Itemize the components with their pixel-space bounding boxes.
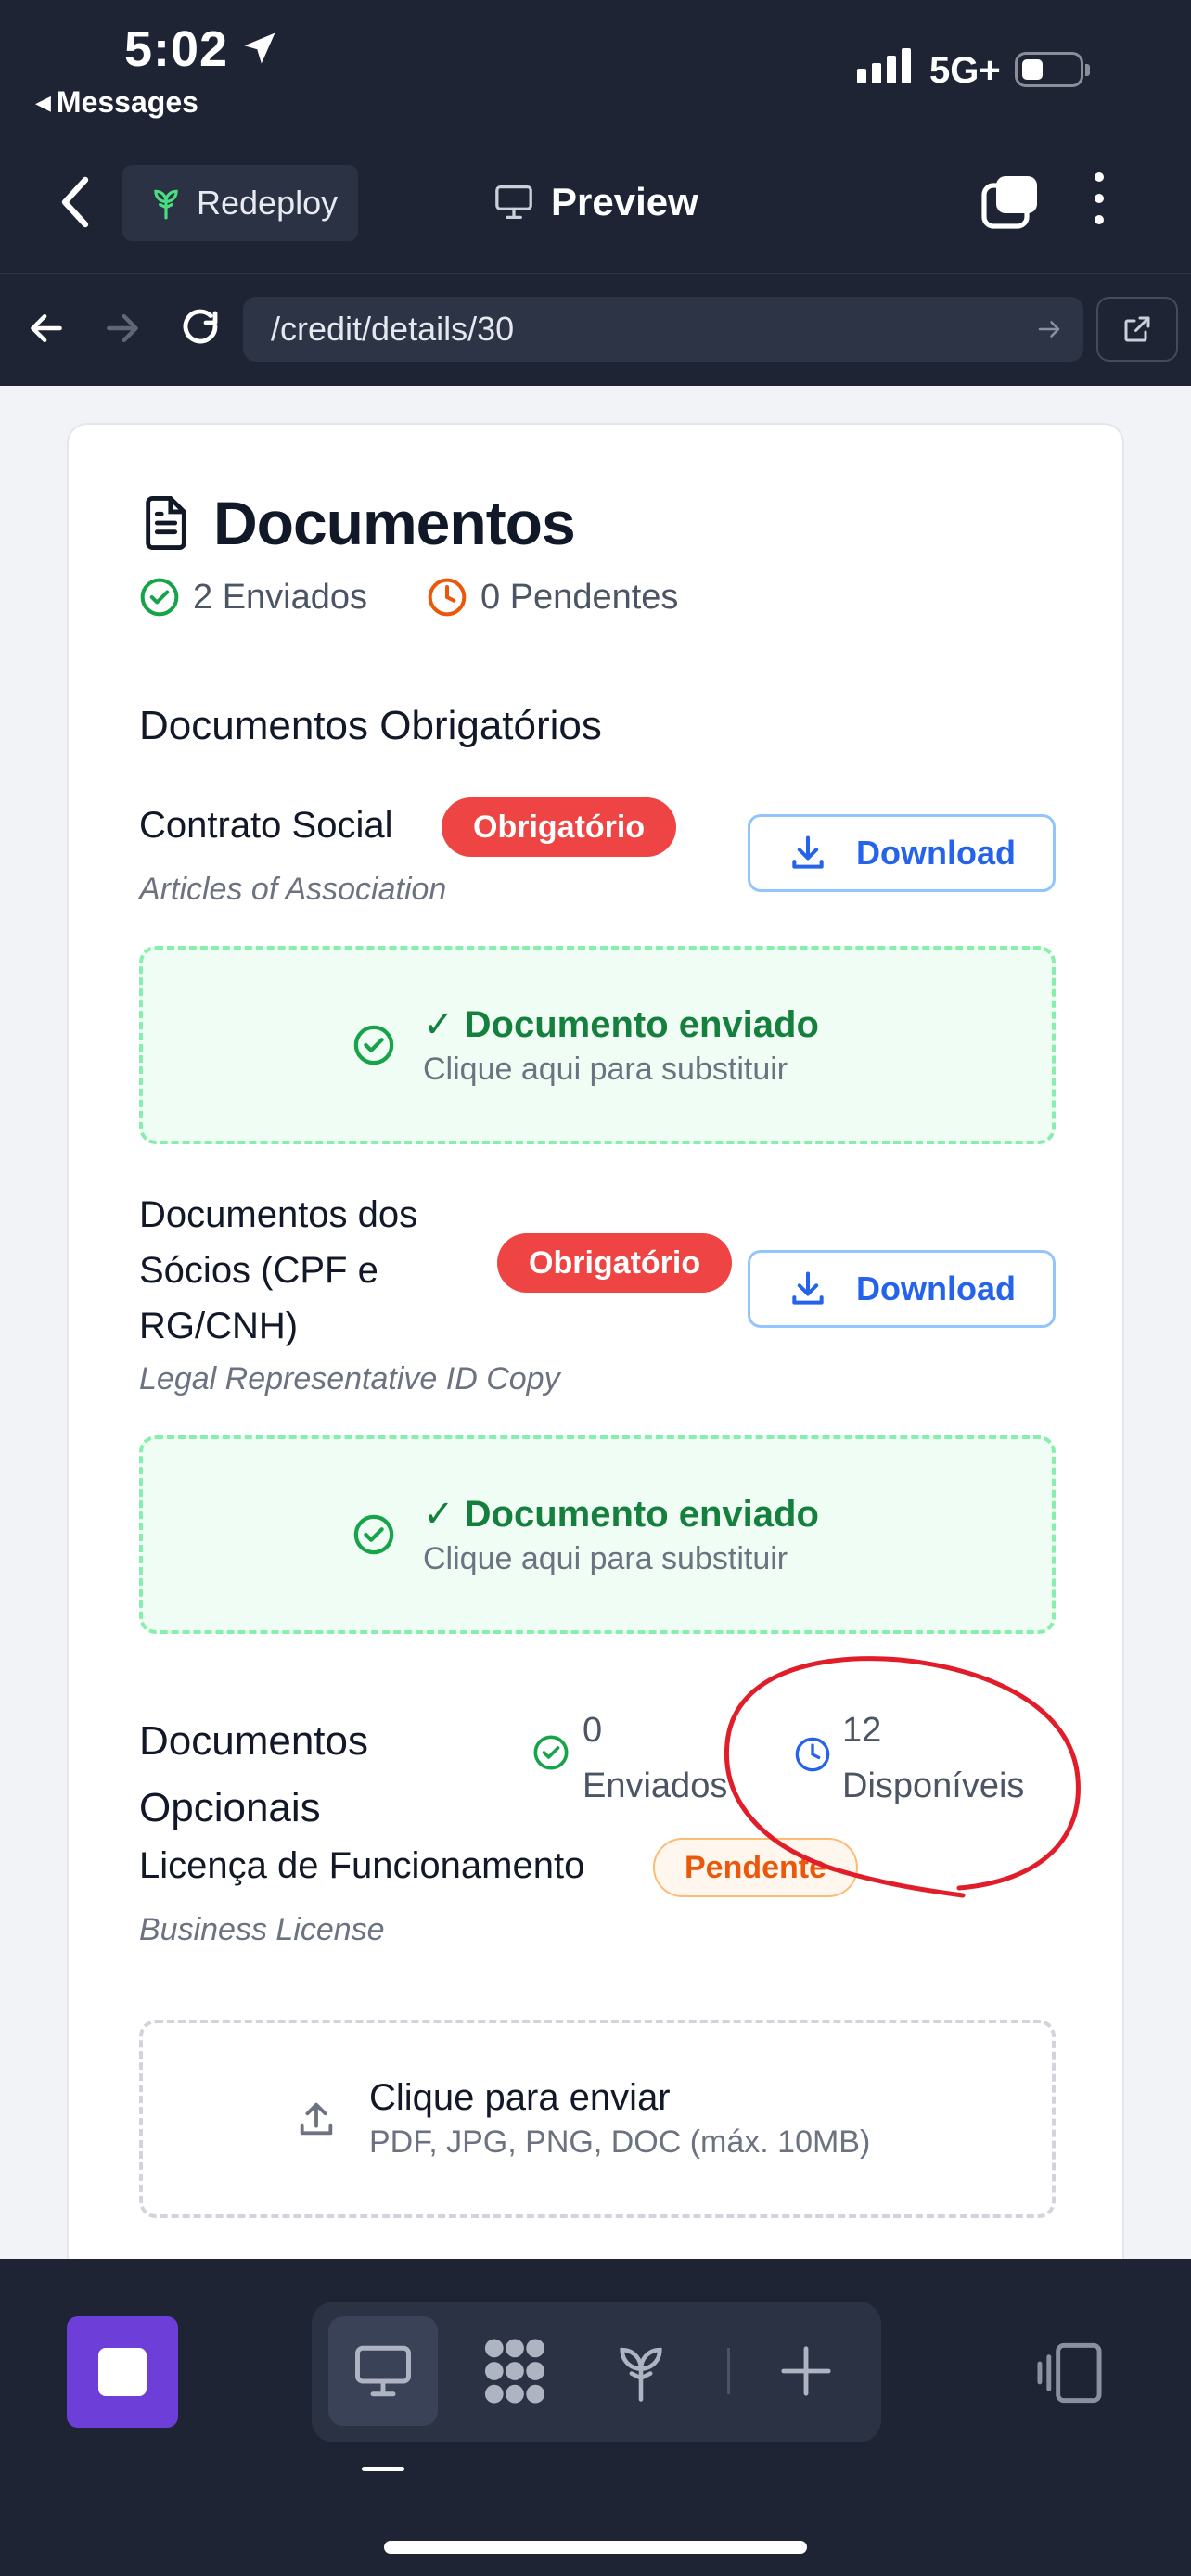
preview-title[interactable]: Preview	[493, 180, 698, 224]
required-section-title: Documentos Obrigatórios	[139, 703, 602, 748]
stop-button[interactable]	[67, 2316, 178, 2428]
plus-icon	[781, 2346, 831, 2396]
check-circle-icon	[353, 1025, 394, 1065]
url-text: /credit/details/30	[271, 310, 515, 348]
optional-sent-number: 0	[583, 1711, 603, 1750]
check-circle-icon	[140, 578, 179, 617]
optional-sent-count: 0 Enviados	[583, 1702, 727, 1814]
optional-available-count: 12 Disponíveis	[842, 1702, 1024, 1814]
optional-section-title: Documentos Opcionais	[139, 1708, 368, 1842]
signal-icon	[857, 46, 911, 83]
documents-card: Documentos 2 Enviados 0 Pendentes Docume…	[67, 423, 1124, 2259]
required-badge: Obrigatório	[497, 1233, 733, 1293]
browser-chrome: 5:02 ◀ Messages 5G+ Redeploy Preview /cre…	[0, 0, 1191, 386]
download-button[interactable]: Download	[748, 814, 1056, 892]
view-switcher	[312, 2302, 881, 2442]
uploaded-dropzone[interactable]: ✓ Documento enviado Clique aqui para sub…	[139, 1435, 1056, 1634]
add-button[interactable]	[751, 2316, 861, 2426]
toolbar-separator	[727, 2348, 730, 2394]
doc-subtitle: Legal Representative ID Copy	[139, 1361, 560, 1396]
arrow-left-icon[interactable]	[26, 308, 67, 349]
home-indicator	[384, 2541, 807, 2554]
doc-subtitle: Business License	[139, 1912, 385, 1947]
uploaded-dropzone[interactable]: ✓ Documento enviado Clique aqui para sub…	[139, 946, 1056, 1144]
doc-name-contrato-social: Contrato Social	[139, 805, 393, 846]
sprout-icon	[620, 2347, 662, 2402]
status-time: 5:02	[124, 21, 229, 77]
doc-name-line: Documentos dos	[139, 1194, 418, 1235]
sprout-icon	[154, 189, 178, 220]
download-icon	[792, 835, 824, 869]
arrow-right-icon[interactable]	[102, 308, 143, 349]
more-vertical-icon[interactable]	[1095, 172, 1104, 224]
page-content: Documentos 2 Enviados 0 Pendentes Docume…	[0, 386, 1191, 2259]
clock-icon	[795, 1737, 830, 1772]
open-external-button[interactable]	[1096, 297, 1178, 362]
redeploy-label: Redeploy	[197, 184, 339, 222]
redeploy-button[interactable]: Redeploy	[122, 165, 358, 241]
required-badge: Obrigatório	[442, 797, 677, 857]
upload-hint: PDF, JPG, PNG, DOC (máx. 10MB)	[369, 2124, 871, 2160]
replace-hint: Clique aqui para substituir	[423, 1540, 788, 1576]
go-arrow-icon[interactable]	[1035, 315, 1063, 343]
download-label: Download	[856, 1269, 1016, 1307]
replace-hint: Clique aqui para substituir	[423, 1051, 788, 1087]
upload-icon	[300, 2102, 333, 2136]
optional-available-label: Disponíveis	[842, 1766, 1025, 1805]
monitor-icon	[495, 185, 532, 219]
doc-subtitle: Articles of Association	[139, 872, 447, 907]
url-input[interactable]: /credit/details/30	[243, 297, 1083, 362]
doc-name-socios: Documentos dos Sócios (CPF e RG/CNH)	[139, 1187, 417, 1354]
battery-icon	[1015, 52, 1090, 87]
back-to-messages[interactable]: ◀ Messages	[35, 85, 198, 120]
active-tab-indicator	[362, 2467, 404, 2471]
page-title: Documentos	[213, 489, 576, 557]
preview-label: Preview	[551, 180, 698, 223]
upload-status: ✓ Documento enviado	[423, 1493, 819, 1535]
tabs-icon[interactable]	[981, 174, 1039, 230]
check-circle-icon	[353, 1514, 394, 1555]
doc-name-line: RG/CNH)	[139, 1306, 299, 1346]
download-button[interactable]: Download	[748, 1250, 1056, 1328]
doc-name-licenca: Licença de Funcionamento	[139, 1845, 585, 1886]
stop-icon	[98, 2348, 147, 2396]
location-arrow-icon	[244, 32, 275, 64]
document-icon	[146, 496, 186, 550]
upload-dropzone[interactable]: Clique para enviar PDF, JPG, PNG, DOC (m…	[139, 2020, 1056, 2218]
optional-title-line: Documentos	[139, 1718, 369, 1764]
preview-view-button[interactable]	[328, 2316, 438, 2426]
reload-icon[interactable]	[178, 306, 223, 351]
sent-count: 2 Enviados	[193, 577, 368, 617]
pending-count: 0 Pendentes	[480, 577, 679, 617]
grid-icon	[484, 2339, 545, 2404]
devices-icon[interactable]	[1035, 2342, 1104, 2404]
doc-name-line: Sócios (CPF e	[139, 1250, 378, 1291]
deploy-view-button[interactable]	[586, 2316, 696, 2426]
network-type: 5G+	[929, 50, 1001, 91]
chevron-left-icon[interactable]	[58, 174, 95, 230]
check-circle-icon	[533, 1735, 569, 1770]
optional-available-number: 12	[842, 1711, 882, 1750]
upload-title: Clique para enviar	[369, 2077, 671, 2118]
optional-sent-label: Enviados	[583, 1766, 728, 1805]
bottom-toolbar	[0, 2259, 1191, 2576]
monitor-icon	[355, 2345, 411, 2397]
upload-status: ✓ Documento enviado	[423, 1003, 819, 1045]
download-icon	[792, 1271, 824, 1305]
grid-view-button[interactable]	[460, 2316, 570, 2426]
optional-title-line: Opcionais	[139, 1785, 321, 1830]
chrome-divider	[0, 273, 1191, 274]
external-link-icon	[1124, 316, 1150, 342]
clock-icon	[428, 578, 467, 617]
download-label: Download	[856, 834, 1016, 872]
documents-stats: 2 Enviados 0 Pendentes	[139, 577, 678, 618]
pending-badge: Pendente	[653, 1838, 859, 1897]
